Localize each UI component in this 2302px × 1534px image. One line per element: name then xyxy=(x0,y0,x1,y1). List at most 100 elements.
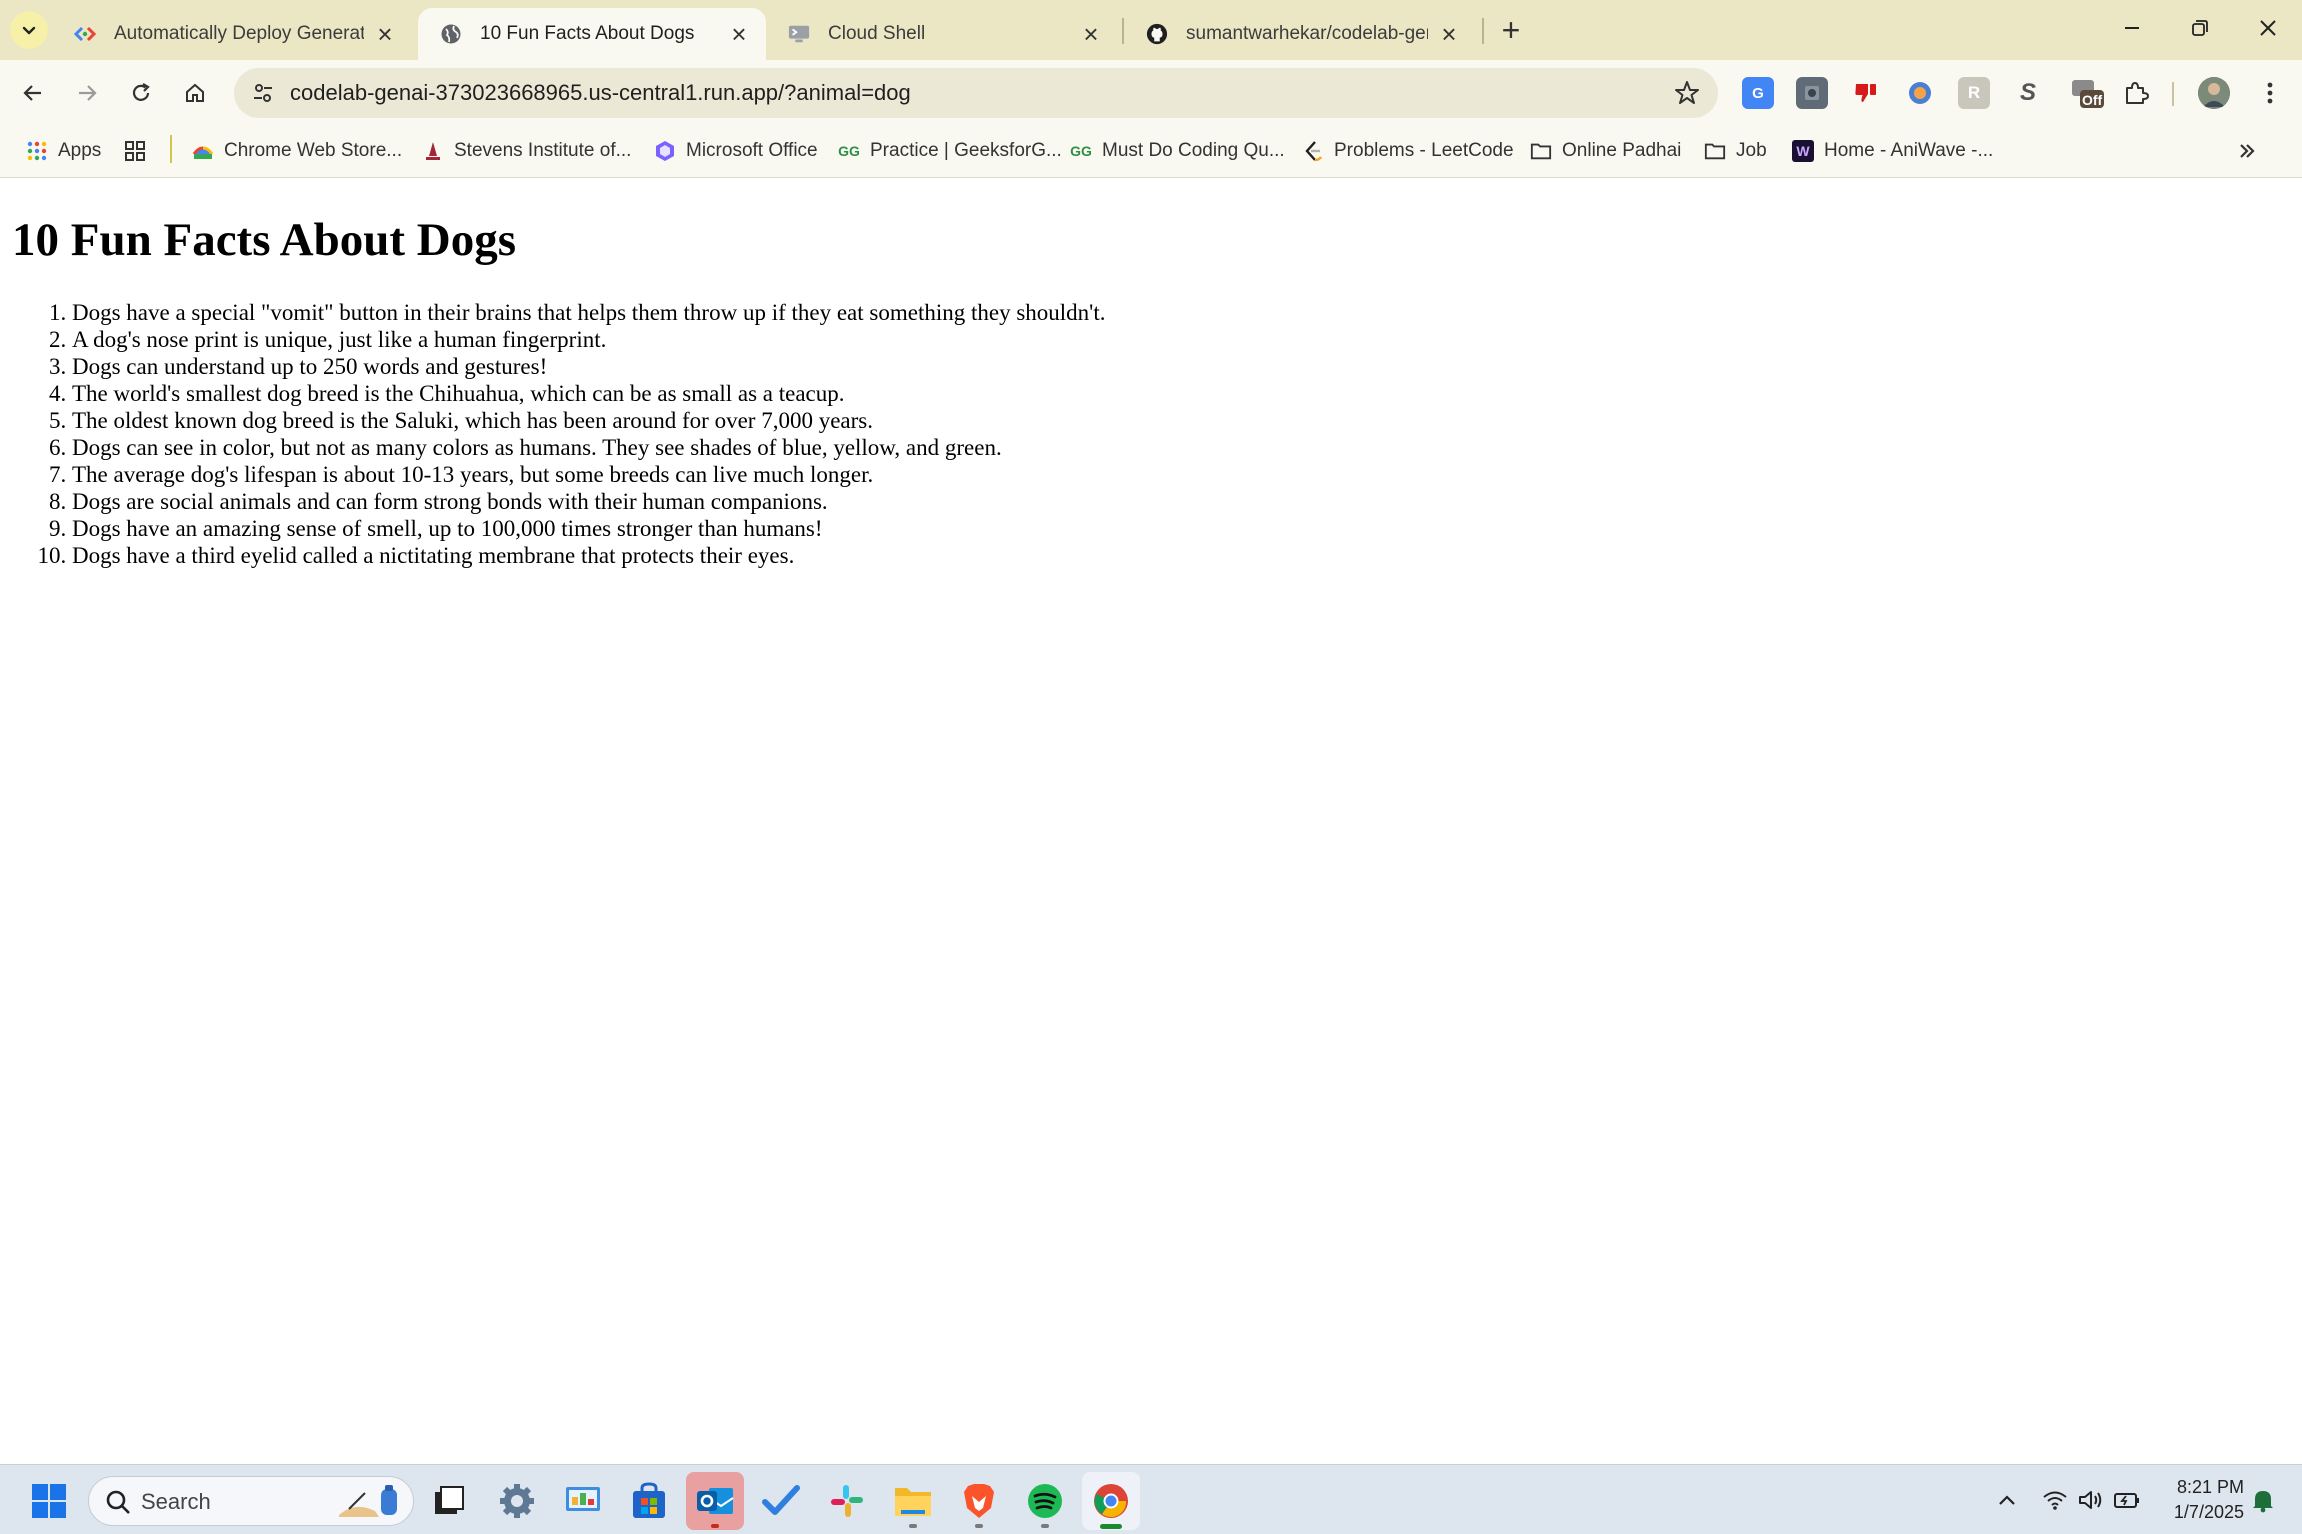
thumbs-down-extension-icon[interactable] xyxy=(1850,77,1882,109)
taskbar-settings[interactable] xyxy=(488,1472,546,1530)
notification-center-button[interactable] xyxy=(2246,1483,2280,1517)
bookmark-label: Must Do Coding Qu... xyxy=(1102,140,1285,161)
arrow-left-icon xyxy=(23,85,41,101)
bookmark-leetcode[interactable]: Problems - LeetCode xyxy=(1302,136,1514,166)
taskbar-task-view[interactable] xyxy=(420,1472,478,1530)
close-icon[interactable]: × xyxy=(726,21,752,47)
bookmarks-divider xyxy=(170,135,172,163)
taskbar-microsoft-store[interactable] xyxy=(620,1472,678,1530)
tab-separator xyxy=(1482,18,1484,44)
google-translate-icon[interactable]: G xyxy=(1742,77,1774,109)
taskbar-chrome[interactable] xyxy=(1082,1472,1140,1530)
dark-reader-icon[interactable] xyxy=(1796,77,1828,109)
cloud-shell-icon xyxy=(788,23,810,45)
wifi-status[interactable] xyxy=(2038,1483,2072,1517)
tab-title: sumantwarhekar/codelab-gena xyxy=(1186,23,1428,44)
fact-item: Dogs have an amazing sense of smell, up … xyxy=(72,515,1105,542)
search-highlight-art-icon xyxy=(339,1485,397,1517)
bookmark-label: Job xyxy=(1736,140,1767,161)
bookmarks-overflow-button[interactable] xyxy=(2236,136,2258,166)
bookmark-stevens[interactable]: Stevens Institute of... xyxy=(422,136,631,166)
close-icon[interactable]: × xyxy=(1078,21,1104,47)
bookmark-gfg-practice[interactable]: GG Practice | GeeksforG... xyxy=(838,136,1062,166)
taskbar-todo[interactable] xyxy=(752,1472,810,1530)
bookmark-star-button[interactable] xyxy=(1672,78,1702,108)
bookmark-gfg-must-do[interactable]: GG Must Do Coding Qu... xyxy=(1070,136,1285,166)
outlook-icon xyxy=(697,1488,734,1514)
record-extension-icon[interactable] xyxy=(1904,77,1936,109)
tab-deploy-generative[interactable]: Automatically Deploy Generativ × xyxy=(52,8,412,60)
r-extension-icon[interactable]: R xyxy=(1958,77,1990,109)
start-button[interactable] xyxy=(20,1472,78,1530)
fact-item: Dogs can see in color, but not as many c… xyxy=(72,434,1105,461)
facts-list: Dogs have a special "vomit" button in th… xyxy=(72,299,1105,569)
arrow-right-icon xyxy=(79,85,97,101)
url-text[interactable]: codelab-genai-373023668965.us-central1.r… xyxy=(290,80,911,106)
off-badge-extension-icon[interactable]: Off xyxy=(2068,77,2108,109)
off-badge-text: Off xyxy=(2082,92,2103,108)
running-indicator xyxy=(975,1524,983,1528)
volume-status[interactable] xyxy=(2074,1483,2108,1517)
tab-search-button[interactable] xyxy=(10,11,48,49)
tab-cloud-shell[interactable]: Cloud Shell × xyxy=(766,8,1118,60)
slack-icon xyxy=(831,1485,863,1517)
reload-button[interactable] xyxy=(120,72,162,114)
bookmark-tab-groups[interactable] xyxy=(124,136,156,166)
bookmark-folder-online-padhai[interactable]: Online Padhai xyxy=(1530,136,1681,166)
home-button[interactable] xyxy=(174,72,216,114)
task-view-icon xyxy=(435,1486,464,1514)
checkmark-icon xyxy=(762,1485,800,1515)
taskbar-slack[interactable] xyxy=(818,1472,876,1530)
geeksforgeeks-icon: GG xyxy=(1070,143,1092,159)
taskbar-spotify[interactable] xyxy=(1016,1472,1074,1530)
tab-github-repo[interactable]: sumantwarhekar/codelab-gena × xyxy=(1124,8,1476,60)
bookmark-apps[interactable]: Apps xyxy=(26,136,101,166)
show-hidden-icons-button[interactable] xyxy=(1990,1483,2024,1517)
minimize-button[interactable] xyxy=(2098,0,2166,56)
star-icon xyxy=(1675,81,1699,104)
taskbar-file-explorer[interactable] xyxy=(884,1472,942,1530)
chrome-icon xyxy=(1094,1484,1128,1518)
battery-charging-icon xyxy=(2114,1493,2139,1508)
bookmark-label: Stevens Institute of... xyxy=(454,140,632,161)
close-window-button[interactable] xyxy=(2234,0,2302,56)
folder-icon xyxy=(895,1488,931,1516)
taskbar-brave[interactable] xyxy=(950,1472,1008,1530)
bookmark-aniwave[interactable]: W Home - AniWave -... xyxy=(1792,136,1993,166)
bookmark-microsoft-office[interactable]: Microsoft Office xyxy=(654,136,818,166)
restore-button[interactable] xyxy=(2166,0,2234,56)
bookmark-chrome-web-store[interactable]: Chrome Web Store... xyxy=(192,136,402,166)
bookmark-label: Microsoft Office xyxy=(686,140,818,161)
minimize-icon xyxy=(2125,27,2139,29)
home-icon xyxy=(186,83,204,102)
taskbar-search-box[interactable]: Search xyxy=(88,1476,414,1526)
address-bar[interactable]: codelab-genai-373023668965.us-central1.r… xyxy=(234,68,1718,118)
close-icon[interactable]: × xyxy=(372,21,398,47)
new-tab-button[interactable]: + xyxy=(1493,12,1529,48)
bookmarks-bar: Apps Chrome Web Store... Stevens Institu… xyxy=(0,126,2302,178)
profile-avatar[interactable] xyxy=(2198,77,2230,109)
taskbar-clock[interactable]: 8:21 PM 1/7/2025 xyxy=(2150,1475,2244,1525)
battery-status[interactable] xyxy=(2110,1483,2144,1517)
forward-button[interactable] xyxy=(66,72,108,114)
bookmark-folder-job[interactable]: Job xyxy=(1704,136,1767,166)
toolbar-divider xyxy=(2172,82,2174,106)
extensions-puzzle-icon[interactable] xyxy=(2120,77,2152,109)
wifi-icon xyxy=(2043,1491,2067,1510)
chevron-down-icon xyxy=(22,26,36,35)
site-info-button[interactable] xyxy=(244,74,282,112)
clock-date: 1/7/2025 xyxy=(2173,1502,2244,1522)
s-extension-icon[interactable]: S xyxy=(2012,77,2044,109)
close-icon xyxy=(2260,20,2276,36)
spotify-icon xyxy=(1028,1484,1062,1518)
search-placeholder: Search xyxy=(141,1489,211,1514)
taskbar-control-panel[interactable] xyxy=(554,1472,612,1530)
close-icon[interactable]: × xyxy=(1436,21,1462,47)
windows-logo-icon xyxy=(32,1484,66,1518)
browser-menu-button[interactable] xyxy=(2254,77,2286,109)
taskbar-outlook[interactable] xyxy=(686,1472,744,1530)
bookmark-label: Problems - LeetCode xyxy=(1334,140,1514,161)
back-button[interactable] xyxy=(12,72,54,114)
chevron-up-icon xyxy=(1999,1495,2015,1505)
tab-fun-facts-dogs[interactable]: 10 Fun Facts About Dogs × xyxy=(418,8,766,60)
